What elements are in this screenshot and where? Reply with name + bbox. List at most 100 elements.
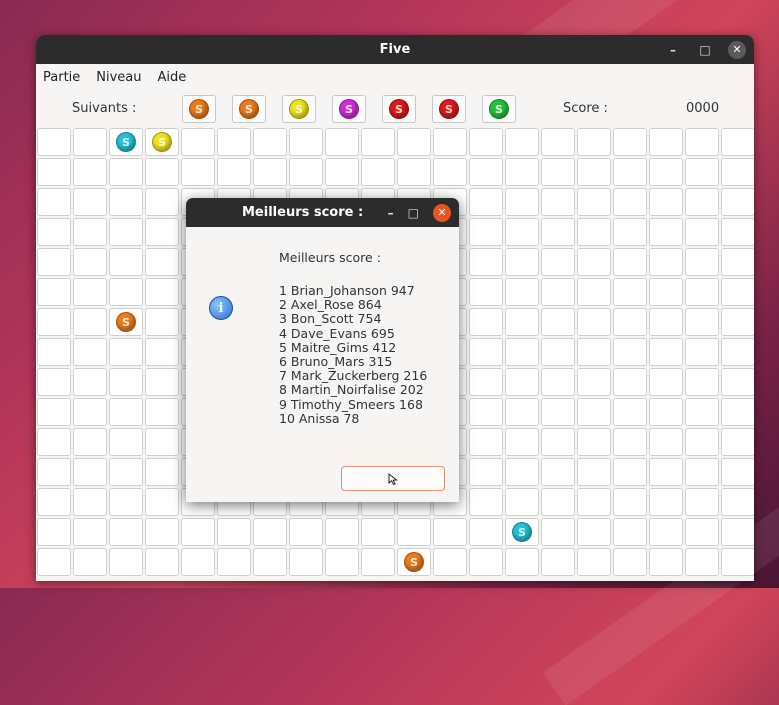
- board-cell[interactable]: [721, 338, 754, 366]
- board-cell[interactable]: [649, 308, 683, 336]
- board-cell[interactable]: [109, 368, 143, 396]
- board-cell[interactable]: [181, 518, 215, 546]
- board-cell[interactable]: [721, 488, 754, 516]
- board-cell[interactable]: [145, 188, 179, 216]
- board-cell[interactable]: [541, 518, 575, 546]
- board-cell[interactable]: [577, 428, 611, 456]
- board-cell[interactable]: [37, 128, 71, 156]
- board-cell[interactable]: [397, 128, 431, 156]
- board-cell[interactable]: [109, 248, 143, 276]
- board-cell[interactable]: [253, 518, 287, 546]
- board-cell[interactable]: [541, 458, 575, 486]
- board-cell[interactable]: [73, 458, 107, 486]
- board-cell[interactable]: [73, 158, 107, 186]
- board-cell[interactable]: [577, 338, 611, 366]
- board-cell[interactable]: [649, 188, 683, 216]
- board-cell[interactable]: [217, 128, 251, 156]
- board-cell[interactable]: [649, 128, 683, 156]
- board-cell[interactable]: [109, 158, 143, 186]
- board-cell[interactable]: [37, 248, 71, 276]
- board-cell[interactable]: [685, 188, 719, 216]
- board-cell[interactable]: [73, 218, 107, 246]
- board-cell[interactable]: [505, 548, 539, 576]
- board-cell[interactable]: [109, 218, 143, 246]
- board-cell[interactable]: [37, 518, 71, 546]
- board-cell[interactable]: [721, 458, 754, 486]
- board-cell[interactable]: [541, 338, 575, 366]
- board-cell[interactable]: [577, 128, 611, 156]
- board-cell[interactable]: [145, 128, 179, 156]
- board-cell[interactable]: [685, 518, 719, 546]
- board-cell[interactable]: [541, 188, 575, 216]
- board-cell[interactable]: [577, 278, 611, 306]
- board-cell[interactable]: [649, 158, 683, 186]
- board-cell[interactable]: [721, 188, 754, 216]
- board-cell[interactable]: [469, 338, 503, 366]
- board-cell[interactable]: [433, 128, 467, 156]
- board-cell[interactable]: [145, 458, 179, 486]
- board-cell[interactable]: [469, 128, 503, 156]
- board-cell[interactable]: [541, 248, 575, 276]
- board-cell[interactable]: [73, 398, 107, 426]
- board-cell[interactable]: [541, 488, 575, 516]
- board-cell[interactable]: [577, 218, 611, 246]
- menu-partie[interactable]: Partie: [43, 68, 80, 87]
- board-cell[interactable]: [613, 458, 647, 486]
- board-cell[interactable]: [145, 428, 179, 456]
- board-cell[interactable]: [289, 158, 323, 186]
- board-cell[interactable]: [613, 158, 647, 186]
- board-cell[interactable]: [253, 158, 287, 186]
- dialog-close-button[interactable]: ✕: [433, 203, 451, 222]
- board-cell[interactable]: [685, 338, 719, 366]
- board-cell[interactable]: [37, 188, 71, 216]
- board-cell[interactable]: [109, 278, 143, 306]
- board-cell[interactable]: [577, 368, 611, 396]
- board-cell[interactable]: [181, 548, 215, 576]
- board-cell[interactable]: [145, 368, 179, 396]
- board-cell[interactable]: [541, 368, 575, 396]
- dialog-minimize-button[interactable]: –: [388, 206, 394, 220]
- board-cell[interactable]: [577, 518, 611, 546]
- board-cell[interactable]: [361, 158, 395, 186]
- board-cell[interactable]: [577, 488, 611, 516]
- board-cell[interactable]: [685, 158, 719, 186]
- board-cell[interactable]: [361, 548, 395, 576]
- board-cell[interactable]: [253, 128, 287, 156]
- board-cell[interactable]: [685, 128, 719, 156]
- board-cell[interactable]: [541, 308, 575, 336]
- board-cell[interactable]: [505, 428, 539, 456]
- board-cell[interactable]: [109, 518, 143, 546]
- board-cell[interactable]: [433, 158, 467, 186]
- board-cell[interactable]: [577, 458, 611, 486]
- board-cell[interactable]: [721, 248, 754, 276]
- board-cell[interactable]: [73, 518, 107, 546]
- board-cell[interactable]: [577, 248, 611, 276]
- board-cell[interactable]: [73, 548, 107, 576]
- board-cell[interactable]: [505, 518, 539, 546]
- board-cell[interactable]: [109, 338, 143, 366]
- board-cell[interactable]: [505, 278, 539, 306]
- board-cell[interactable]: [649, 338, 683, 366]
- board-cell[interactable]: [613, 278, 647, 306]
- board-cell[interactable]: [721, 368, 754, 396]
- board-cell[interactable]: [109, 128, 143, 156]
- board-cell[interactable]: [397, 158, 431, 186]
- board-cell[interactable]: [721, 308, 754, 336]
- board-cell[interactable]: [73, 188, 107, 216]
- board-cell[interactable]: [469, 368, 503, 396]
- board-cell[interactable]: [469, 278, 503, 306]
- board-cell[interactable]: [685, 248, 719, 276]
- board-cell[interactable]: [325, 518, 359, 546]
- board-cell[interactable]: [433, 548, 467, 576]
- board-cell[interactable]: [577, 188, 611, 216]
- board-cell[interactable]: [685, 398, 719, 426]
- board-cell[interactable]: [109, 398, 143, 426]
- board-cell[interactable]: [685, 278, 719, 306]
- board-cell[interactable]: [541, 158, 575, 186]
- board-cell[interactable]: [505, 308, 539, 336]
- board-cell[interactable]: [541, 218, 575, 246]
- board-cell[interactable]: [577, 548, 611, 576]
- board-cell[interactable]: [361, 518, 395, 546]
- board-cell[interactable]: [505, 338, 539, 366]
- board-cell[interactable]: [613, 218, 647, 246]
